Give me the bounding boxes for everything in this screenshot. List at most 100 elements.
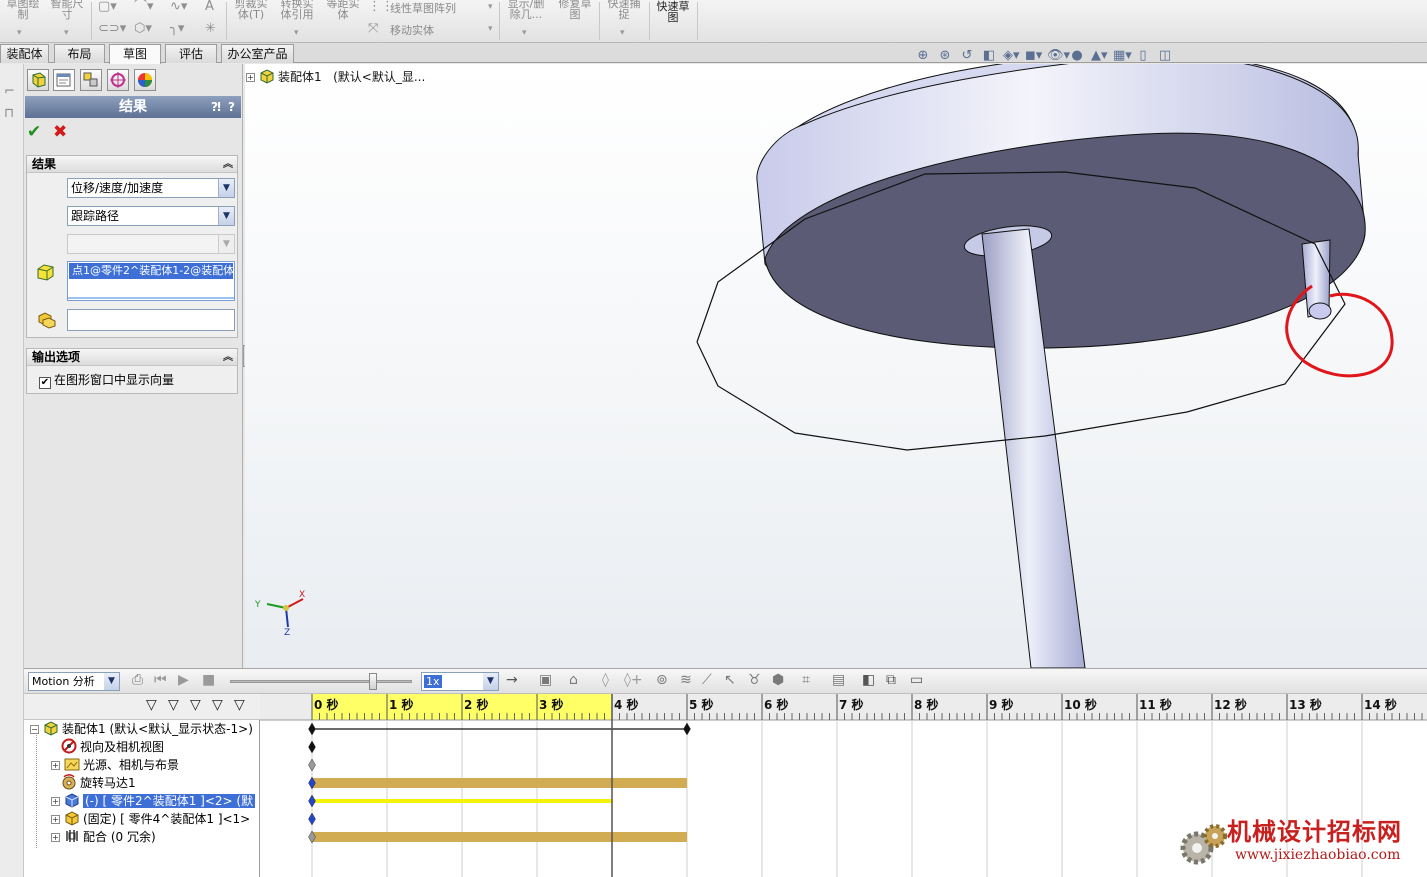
filter-selected-icon[interactable]: ▽ (190, 697, 201, 713)
property-manager-tab[interactable] (53, 69, 75, 91)
force-icon[interactable]: ↖ (724, 672, 736, 688)
model-viewport[interactable] (245, 64, 1427, 668)
motion-study-properties-icon[interactable]: ▤ (832, 672, 845, 688)
output-options-header[interactable]: 输出选项 ︽ (27, 349, 237, 366)
selected-entity[interactable]: 点1@零件2^装配体1-2@装配体1 (69, 263, 233, 279)
show-vector-row[interactable]: ✔ 在图形窗口中显示向量 (39, 371, 174, 389)
root-assembly-label[interactable]: 装配体1 (278, 70, 322, 84)
configuration-manager-tab[interactable] (80, 69, 102, 91)
key-point[interactable] (683, 722, 691, 736)
chevron-down-icon[interactable]: ▾ (488, 2, 493, 12)
tab-office-products[interactable]: 办公室产品 (221, 44, 294, 63)
key-point[interactable] (308, 812, 316, 826)
rapid-sketch-button[interactable]: 快速草 图 (652, 1, 694, 23)
play-from-start-icon[interactable]: ⏮ (154, 672, 167, 688)
playback-speed-select[interactable]: 1x ▼ (421, 672, 499, 691)
motion-tree-item[interactable]: 旋转马达1 (61, 774, 136, 792)
gravity-icon[interactable]: ⬢ (772, 672, 784, 688)
feature-tree-flyout[interactable]: + 装配体1 (默认<默认_显... (246, 68, 425, 85)
apply-scene-icon[interactable]: ▲▾ (1091, 48, 1108, 64)
chevron-down-icon[interactable]: ▾ (488, 24, 493, 34)
chevron-down-icon[interactable]: ▾ (17, 28, 22, 38)
motor-icon[interactable]: ⊚ (656, 672, 668, 688)
motion-tree-item[interactable]: − 装配体1 (默认<默认_显示状态-1>) (30, 720, 253, 738)
rectangle-icon[interactable]: ▢▾ (98, 0, 117, 13)
copy-motion-icon[interactable]: ⧉ (886, 672, 896, 688)
hide-show-items-icon[interactable]: 👁▾ (1047, 48, 1070, 64)
view-split-icon[interactable]: ▯ (1135, 48, 1151, 64)
tab-sketch[interactable]: 草图 (109, 44, 161, 64)
show-vector-checkbox[interactable]: ✔ (39, 377, 51, 389)
ok-button[interactable]: ✔ (27, 122, 41, 142)
smart-dimension-button[interactable]: 智能尺 寸 (46, 0, 88, 20)
chevron-down-icon[interactable]: ▼ (104, 673, 119, 690)
section-view-icon[interactable]: ◧ (981, 48, 997, 64)
tab-layout[interactable]: 布局 (54, 44, 105, 63)
edit-appearance-icon[interactable]: ● (1069, 48, 1085, 64)
cancel-button[interactable]: ✖ (53, 122, 67, 142)
selection-list-box[interactable]: 点1@零件2^装配体1-2@装配体1 (67, 261, 235, 301)
feature-manager-tab[interactable] (27, 69, 49, 91)
playback-slider[interactable] (230, 680, 412, 683)
zoom-to-area-icon[interactable]: ⊛ (937, 48, 953, 64)
sketch-button[interactable]: 草图绘 制 (2, 0, 44, 20)
motion-tree-item[interactable]: + (-) [ 零件2^装配体1 ]<2> (默 (51, 792, 256, 810)
point-icon[interactable]: ✳ (205, 22, 216, 35)
quick-snaps-button[interactable]: 快速捕 捉 (602, 0, 646, 20)
results-group-header[interactable]: 结果 ︽ (27, 156, 237, 173)
linear-pattern-button[interactable]: 线性草图阵列 (390, 0, 456, 16)
key-point[interactable] (308, 794, 316, 808)
sketch-relations-icon[interactable]: ⌐ (4, 84, 15, 99)
results-plots-icon[interactable]: ⌗ (802, 672, 810, 688)
contact-icon[interactable]: ♉ (748, 672, 761, 688)
reference-field[interactable] (67, 309, 235, 331)
spline-icon[interactable]: ∿▾ (170, 0, 187, 13)
polygon-icon[interactable]: ⬡▾ (134, 22, 152, 35)
autokey-icon[interactable]: ◊ (602, 672, 609, 688)
dimxpert-tab[interactable] (107, 69, 129, 91)
move-icon[interactable]: ⤧ (368, 22, 378, 35)
chevron-down-icon[interactable]: ▾ (64, 28, 69, 38)
graphics-area[interactable]: X Y Z (245, 64, 1427, 668)
chevron-down-icon[interactable]: ▼ (218, 207, 234, 225)
part-highlight-bar[interactable] (312, 799, 612, 803)
chevron-down-icon[interactable]: ▾ (620, 28, 625, 38)
previous-view-icon[interactable]: ↺ (959, 48, 975, 64)
display-delete-relations-button[interactable]: 显示/删 除几... (503, 0, 549, 20)
playback-mode-icon[interactable]: → (506, 672, 518, 688)
chevron-down-icon[interactable]: ▼ (483, 673, 498, 690)
text-icon[interactable]: A (205, 0, 214, 13)
filter-results-icon[interactable]: ▽ (212, 697, 223, 713)
trim-entities-button[interactable]: 剪裁实 体(T) (230, 0, 272, 20)
view-orientation-icon[interactable]: ◈▾ (1003, 48, 1020, 64)
convert-entities-button[interactable]: 转换实 体引用 (275, 0, 319, 20)
zoom-to-fit-icon[interactable]: ⊕ (915, 48, 931, 64)
filter-flat-icon[interactable]: ▽ (234, 697, 245, 713)
damper-icon[interactable]: ⟋ (702, 672, 712, 688)
filter-animated-icon[interactable]: ▽ (146, 697, 157, 713)
motion-tree-item[interactable]: + 光源、相机与布景 (51, 756, 179, 774)
calculate-icon[interactable]: ⎙ (132, 672, 143, 688)
arc-icon[interactable]: ⌒▾ (134, 0, 154, 13)
key-point[interactable] (308, 740, 316, 754)
display-style-icon[interactable]: ◼▾ (1025, 48, 1042, 64)
paste-motion-icon[interactable]: ▭ (910, 672, 923, 688)
repair-sketch-button[interactable]: 修复草 图 (553, 0, 597, 20)
study-type-select[interactable]: Motion 分析 ▼ (28, 672, 120, 691)
move-entities-button[interactable]: 移动实体 (390, 22, 434, 38)
filter-driving-icon[interactable]: ▽ (168, 697, 179, 713)
mates-timeline-bar[interactable] (312, 832, 687, 842)
view-split-two-icon[interactable]: ◫ (1157, 48, 1173, 64)
offset-entities-button[interactable]: 等距实 体 (322, 0, 364, 20)
playback-slider-thumb[interactable] (369, 673, 377, 690)
result-subtype-select[interactable]: 跟踪路径 ▼ (67, 206, 235, 226)
expand-icon[interactable]: + (246, 73, 255, 82)
stop-icon[interactable]: ■ (202, 672, 215, 688)
save-animation-icon[interactable]: ▣ (539, 672, 552, 688)
motion-tree-item[interactable]: 视向及相机视图 (61, 738, 164, 756)
collapse-motion-icon[interactable]: ◧ (862, 672, 875, 688)
animation-wizard-icon[interactable]: ⌂ (569, 672, 578, 688)
motion-tree-item[interactable]: + (固定) [ 零件4^装配体1 ]<1> (51, 810, 250, 828)
tab-evaluate[interactable]: 评估 (165, 44, 217, 63)
spring-icon[interactable]: ≋ (680, 672, 692, 688)
